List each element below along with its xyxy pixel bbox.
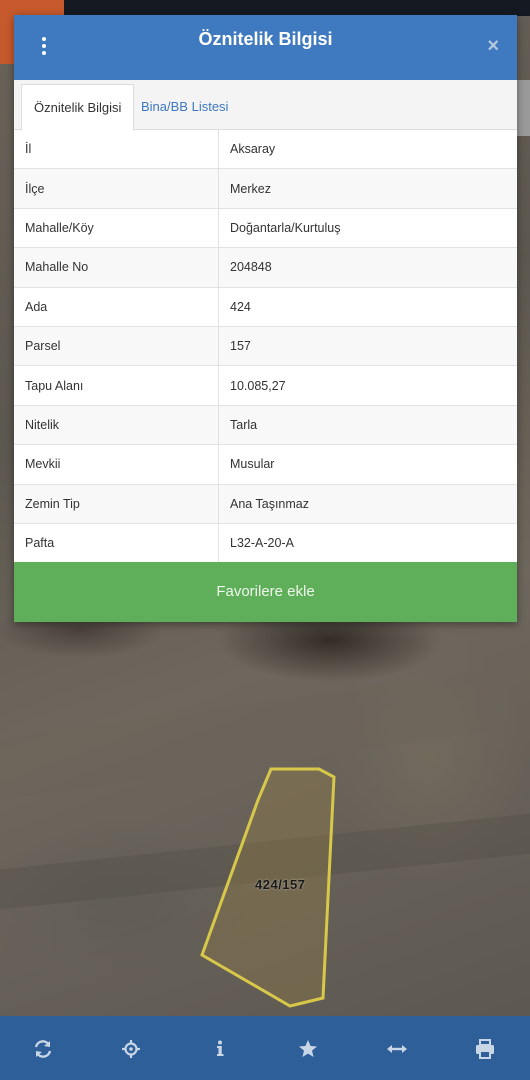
table-row: Mahalle No 204848 [14, 247, 517, 288]
add-favorite-button[interactable]: Favorilere ekle [14, 562, 517, 622]
attr-key: Pafta [14, 523, 219, 564]
table-row: Mahalle/Köy Doğantarla/Kurtuluş [14, 208, 517, 249]
dialog-title: Öznitelik Bilgisi [198, 29, 333, 49]
table-row: Parsel 157 [14, 326, 517, 367]
attr-value: Tarla [218, 405, 517, 446]
attr-value: Doğantarla/Kurtuluş [218, 208, 517, 249]
attr-value: 157 [218, 326, 517, 367]
attr-key: Nitelik [14, 405, 219, 446]
attr-key: Mahalle No [14, 247, 219, 288]
dot-icon [42, 51, 46, 55]
print-icon[interactable] [474, 1038, 496, 1060]
table-row: Zemin Tip Ana Taşınmaz [14, 484, 517, 524]
attr-value: Musular [218, 444, 517, 485]
table-row: İl Aksaray [14, 130, 517, 170]
close-button[interactable]: × [487, 35, 499, 58]
attr-value: Aksaray [218, 130, 517, 170]
tab-building-list[interactable]: Bina/BB Listesi [129, 84, 240, 129]
table-row: Ada 424 [14, 287, 517, 327]
tab-attribute-info[interactable]: Öznitelik Bilgisi [21, 84, 135, 131]
dialog-header: Öznitelik Bilgisi × [14, 15, 517, 80]
attr-key: Ada [14, 287, 219, 327]
info-icon[interactable] [209, 1038, 231, 1060]
table-row: İlçe Merkez [14, 168, 517, 209]
table-row: Tapu Alanı 10.085,27 [14, 365, 517, 406]
attr-value: L32-A-20-A [218, 523, 517, 564]
attr-value: Merkez [218, 168, 517, 209]
attr-value: 204848 [218, 247, 517, 288]
locate-icon[interactable] [120, 1038, 142, 1060]
attr-key: Mahalle/Köy [14, 208, 219, 249]
attr-key: Mevkii [14, 444, 219, 485]
star-icon[interactable] [297, 1038, 319, 1060]
measure-icon[interactable] [386, 1038, 408, 1060]
tab-bar: Öznitelik Bilgisi Bina/BB Listesi [14, 80, 517, 131]
attr-key: Parsel [14, 326, 219, 367]
parcel-label: 424/157 [255, 877, 306, 892]
bottom-toolbar [0, 1016, 530, 1080]
attribute-dialog: Öznitelik Bilgisi × Öznitelik Bilgisi Bi… [14, 15, 517, 622]
table-row: Nitelik Tarla [14, 405, 517, 446]
attr-value: 424 [218, 287, 517, 327]
attr-key: Zemin Tip [14, 484, 219, 524]
attr-key: Tapu Alanı [14, 365, 219, 406]
attribute-table: İl Aksaray İlçe Merkez Mahalle/Köy Doğan… [14, 130, 517, 564]
attr-key: İlçe [14, 168, 219, 209]
table-row: Pafta L32-A-20-A [14, 523, 517, 564]
refresh-icon[interactable] [32, 1038, 54, 1060]
attr-key: İl [14, 130, 219, 170]
table-row: Mevkii Musular [14, 444, 517, 485]
attr-value: Ana Taşınmaz [218, 484, 517, 524]
attr-value: 10.085,27 [218, 365, 517, 406]
